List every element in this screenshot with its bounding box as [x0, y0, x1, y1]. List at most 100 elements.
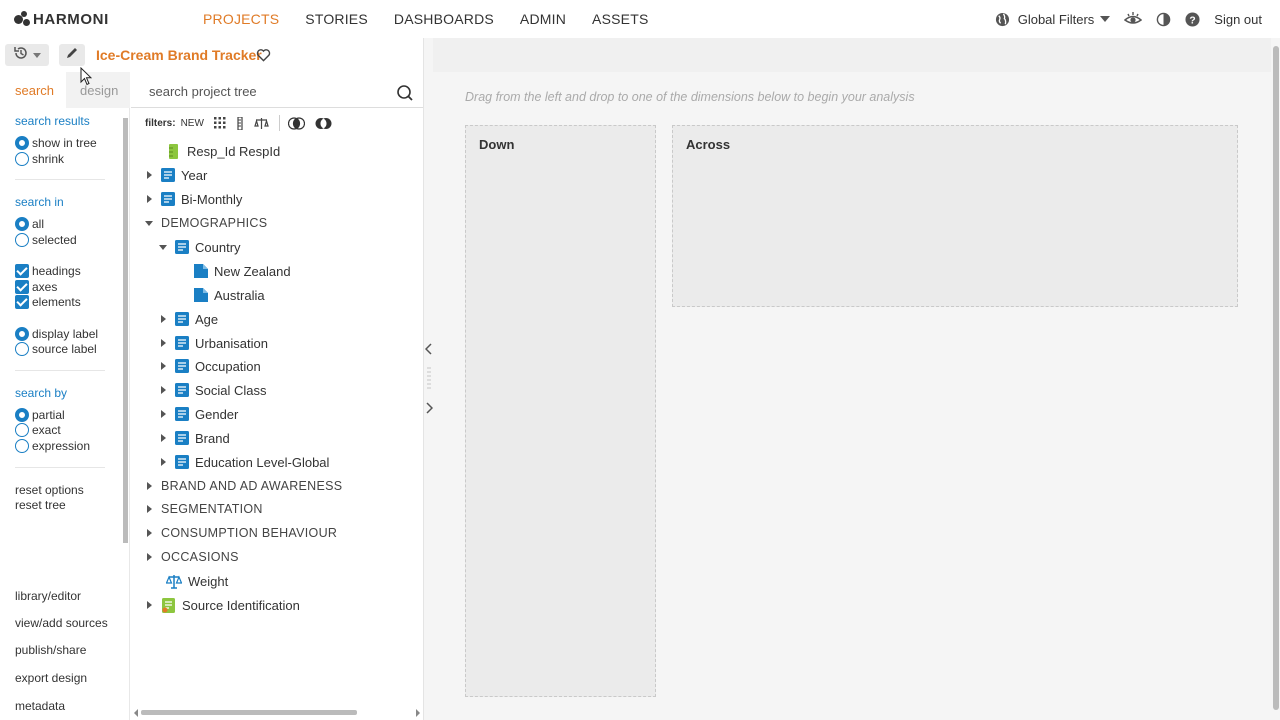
tree-node-education-level-global[interactable]: Education Level-Global — [157, 451, 329, 473]
tab-design[interactable]: design — [66, 72, 130, 108]
nav-assets[interactable]: ASSETS — [579, 0, 661, 38]
expand-arrow-icon[interactable] — [143, 503, 155, 515]
expand-arrow-icon[interactable] — [157, 313, 169, 325]
tree-node-country[interactable]: Country — [157, 236, 241, 258]
project-toolbar: Ice-Cream Brand Tracker — [0, 38, 423, 72]
down-dropzone[interactable]: Down — [465, 125, 656, 697]
eye-button[interactable] — [1124, 11, 1143, 27]
expand-arrow-icon[interactable] — [143, 527, 155, 539]
search-options-panel: search design search results show in tre… — [0, 72, 130, 720]
overlap-filter-icon[interactable] — [315, 117, 332, 130]
export-design-link[interactable]: export design — [15, 671, 87, 685]
nav-projects[interactable]: PROJECTS — [190, 0, 292, 38]
expand-arrow-icon[interactable] — [143, 599, 155, 611]
nav-stories[interactable]: STORIES — [292, 0, 381, 38]
analysis-canvas: Drag from the left and drop to one of th… — [433, 38, 1271, 720]
tree-node-weight[interactable]: Weight — [166, 570, 228, 592]
global-filters-button[interactable]: Global Filters — [995, 12, 1111, 27]
panel-tabs: search design — [0, 72, 130, 108]
tree-node-australia[interactable]: Australia — [194, 284, 265, 306]
elements-checkbox[interactable]: elements — [15, 295, 81, 309]
expand-arrow-icon[interactable] — [157, 384, 169, 396]
project-tree-panel: filters: NEW Resp_Id RespId — [131, 72, 423, 720]
expand-right-icon[interactable] — [425, 401, 434, 419]
tree-node-consumption-behaviour[interactable]: CONSUMPTION BEHAVIOUR — [143, 522, 337, 544]
collapse-arrow-icon[interactable] — [157, 241, 169, 253]
expression-radio[interactable]: expression — [15, 439, 90, 453]
search-icon[interactable] — [396, 84, 414, 107]
tree-node-new-zealand[interactable]: New Zealand — [194, 260, 291, 282]
expand-arrow-icon[interactable] — [143, 169, 155, 181]
tree-node-brand[interactable]: Brand — [157, 427, 230, 449]
axes-checkbox[interactable]: axes — [15, 280, 57, 294]
page-vertical-scrollbar[interactable] — [1271, 38, 1280, 720]
library-editor-link[interactable]: library/editor — [15, 589, 81, 603]
headings-checkbox[interactable]: headings — [15, 264, 81, 278]
show-in-tree-radio[interactable]: show in tree — [15, 136, 97, 150]
tree-node-demographics[interactable]: DEMOGRAPHICS — [143, 212, 267, 234]
ruler-filter-icon[interactable] — [236, 116, 244, 130]
variable-icon — [161, 168, 175, 182]
publish-share-link[interactable]: publish/share — [15, 643, 86, 657]
tree-search-input[interactable] — [149, 84, 389, 99]
expand-arrow-icon[interactable] — [157, 408, 169, 420]
reset-options-link[interactable]: reset options — [15, 483, 84, 497]
shrink-radio[interactable]: shrink — [15, 152, 64, 166]
half-circle-filter-icon[interactable] — [287, 116, 305, 130]
tree-node-brand-and-ad-awareness[interactable]: BRAND AND AD AWARENESS — [143, 475, 342, 497]
grid-filter-icon[interactable] — [213, 117, 226, 129]
expand-arrow-icon[interactable] — [157, 456, 169, 468]
tree-node-segmentation[interactable]: SEGMENTATION — [143, 498, 263, 520]
across-dropzone[interactable]: Across — [672, 125, 1238, 307]
tree-node-occupation[interactable]: Occupation — [157, 355, 261, 377]
tree-node-occasions[interactable]: OCCASIONS — [143, 546, 239, 568]
contrast-button[interactable] — [1156, 12, 1171, 27]
harmoni-logo[interactable]: HARMONI — [14, 10, 109, 28]
nav-admin[interactable]: ADMIN — [507, 0, 579, 38]
tree-node-age[interactable]: Age — [157, 308, 218, 330]
help-icon: ? — [1185, 11, 1200, 27]
expand-arrow-icon[interactable] — [143, 193, 155, 205]
expand-arrow-icon[interactable] — [157, 360, 169, 372]
view-add-sources-link[interactable]: view/add sources — [15, 616, 108, 630]
exact-radio[interactable]: exact — [15, 423, 61, 437]
search-in-all-radio[interactable]: all — [15, 217, 44, 231]
source-label-radio[interactable]: source label — [15, 342, 97, 356]
history-button[interactable] — [5, 44, 49, 66]
sign-out-link[interactable]: Sign out — [1214, 12, 1262, 27]
help-button[interactable]: ? — [1185, 11, 1200, 27]
variable-icon — [161, 192, 175, 206]
tree-horizontal-scrollbar[interactable] — [133, 706, 421, 717]
search-in-selected-radio[interactable]: selected — [15, 233, 77, 247]
tree-node-year[interactable]: Year — [143, 164, 207, 186]
reset-tree-link[interactable]: reset tree — [15, 498, 66, 512]
heart-icon[interactable] — [256, 48, 271, 67]
expand-arrow-icon[interactable] — [157, 337, 169, 349]
tree-node-social-class[interactable]: Social Class — [157, 379, 267, 401]
tree-node-resp-id[interactable]: Resp_Id RespId — [167, 140, 280, 162]
expand-arrow-icon[interactable] — [143, 551, 155, 563]
expand-arrow-icon[interactable] — [143, 480, 155, 492]
tab-search[interactable]: search — [0, 72, 66, 108]
tree-node-urbanisation[interactable]: Urbanisation — [157, 332, 268, 354]
tree-node-gender[interactable]: Gender — [157, 403, 238, 425]
metadata-link[interactable]: metadata — [15, 699, 65, 713]
collapse-arrow-icon[interactable] — [143, 217, 155, 229]
drag-drop-hint: Drag from the left and drop to one of th… — [465, 90, 915, 104]
collapse-left-icon[interactable] — [424, 342, 433, 360]
partial-radio[interactable]: partial — [15, 408, 65, 422]
display-label-radio[interactable]: display label — [15, 327, 98, 341]
balance-filter-icon[interactable] — [254, 117, 269, 130]
panel-splitter[interactable] — [423, 38, 434, 720]
drag-handle-icon[interactable] — [427, 366, 431, 397]
source-icon — [161, 597, 176, 613]
search-in-title: search in — [15, 195, 64, 209]
expand-arrow-icon[interactable] — [157, 432, 169, 444]
search-results-title: search results — [15, 114, 90, 128]
tree-node-bi-monthly[interactable]: Bi-Monthly — [143, 188, 242, 210]
nav-dashboards[interactable]: DASHBOARDS — [381, 0, 507, 38]
edit-button[interactable] — [59, 44, 85, 66]
panel-scrollbar[interactable] — [122, 110, 128, 550]
filter-new-button[interactable]: NEW — [181, 118, 204, 129]
tree-node-source-identification[interactable]: Source Identification — [143, 594, 300, 616]
